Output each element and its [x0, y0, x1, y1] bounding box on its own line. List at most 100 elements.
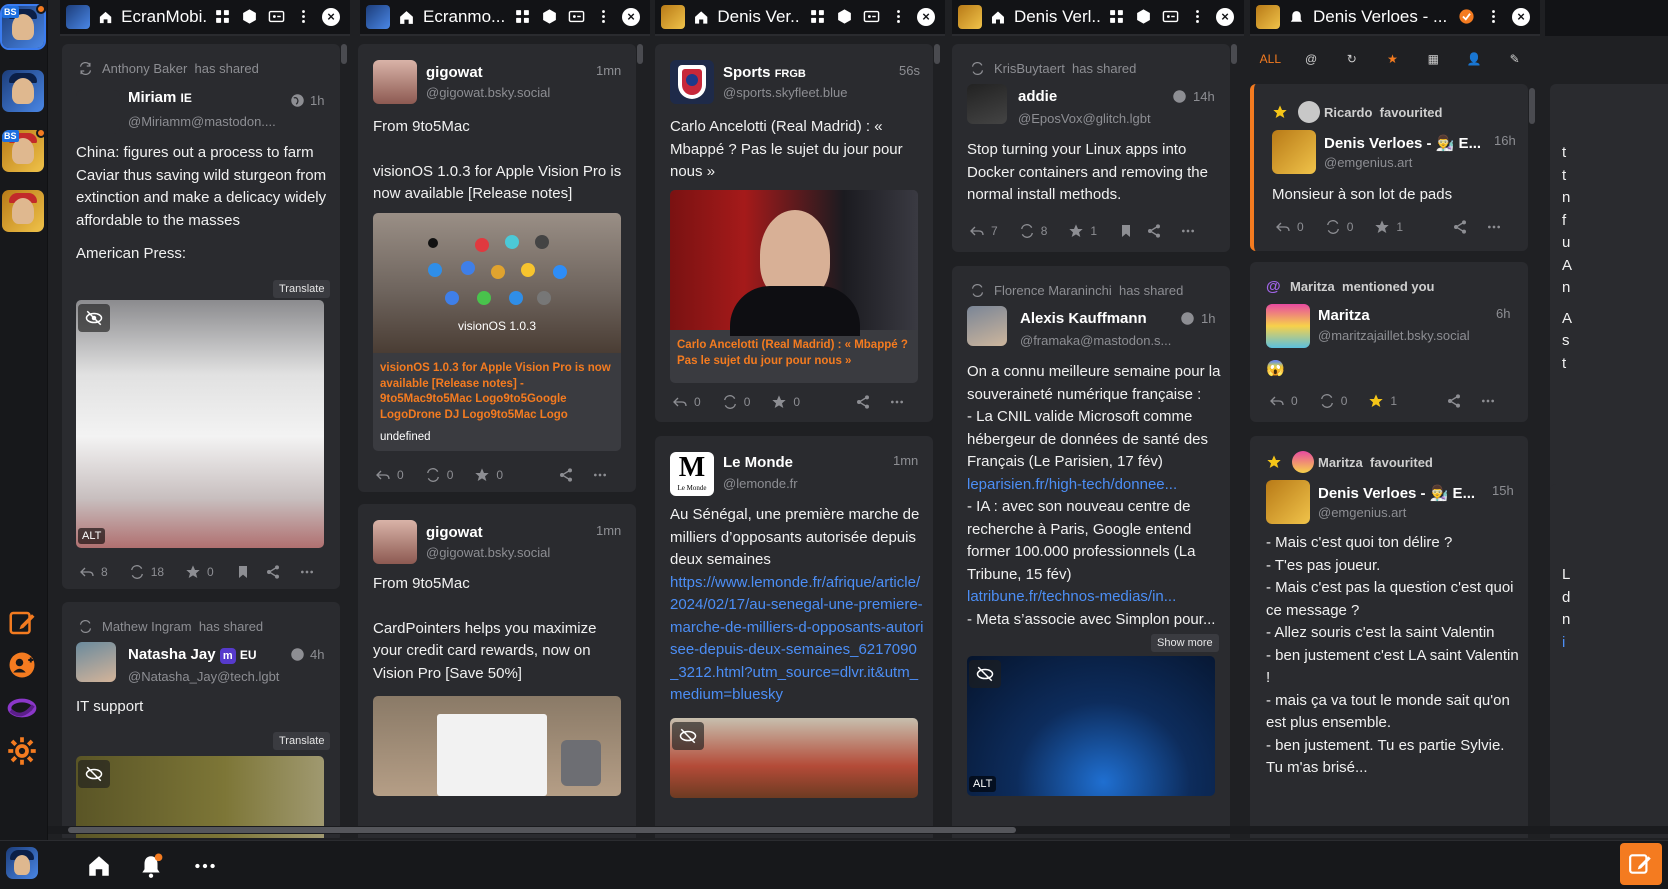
reply-button[interactable]: 0: [1274, 219, 1304, 235]
partial-card[interactable]: t t n f u A n A s t: [1550, 84, 1668, 494]
kebab-menu-icon[interactable]: [1189, 8, 1206, 25]
post-card[interactable]: Anthony Baker has shared Miriam IE 1h @M…: [62, 44, 340, 589]
author-name[interactable]: gigowat: [426, 64, 483, 81]
post-time[interactable]: 6h: [1496, 306, 1510, 321]
boost-button[interactable]: 0: [1318, 393, 1347, 409]
notifier-avatar[interactable]: [1292, 451, 1314, 473]
author-name[interactable]: addie: [1018, 88, 1057, 105]
column-header-3[interactable]: Denis Ver... ×: [655, 0, 945, 36]
close-column-icon[interactable]: ×: [1512, 8, 1530, 26]
avatar[interactable]: [1266, 480, 1310, 524]
cube-icon[interactable]: [1135, 8, 1152, 25]
compose-icon[interactable]: [7, 608, 37, 638]
tab-favourites[interactable]: ★: [1372, 52, 1413, 66]
reply-button[interactable]: 0: [671, 394, 701, 410]
grid-icon[interactable]: [214, 8, 231, 25]
favourite-button[interactable]: 0: [184, 564, 214, 580]
post-time[interactable]: 15h: [1492, 483, 1514, 498]
post-link[interactable]: latribune.fr/technos-medias/in...: [967, 586, 1222, 609]
notifier-name[interactable]: Ricardo: [1324, 105, 1372, 120]
shared-by-name[interactable]: Mathew Ingram: [102, 619, 192, 634]
share-icon[interactable]: [557, 467, 575, 483]
post-card[interactable]: M Le Monde Le Monde 1mn @lemonde.fr Au S…: [655, 436, 933, 838]
avatar[interactable]: [373, 520, 417, 564]
avatar[interactable]: [373, 60, 417, 104]
notification-card[interactable]: Maritza favourited Denis Verloes - 👨‍🔬 E…: [1250, 436, 1528, 838]
boost-button[interactable]: 18: [128, 564, 164, 580]
shared-by-name[interactable]: KrisBuytaert: [994, 61, 1065, 76]
home-icon[interactable]: [86, 853, 112, 879]
translate-button[interactable]: Translate: [273, 280, 331, 298]
avatar[interactable]: [1266, 304, 1310, 348]
alt-text-badge[interactable]: ALT: [78, 528, 106, 544]
column-scrollbar[interactable]: [637, 44, 643, 64]
favourite-button[interactable]: 1: [1067, 223, 1097, 239]
column-scrollbar[interactable]: [1231, 44, 1237, 64]
check-circle-icon[interactable]: [1458, 8, 1475, 25]
hide-media-toggle[interactable]: [672, 722, 704, 750]
reply-button[interactable]: 0: [1268, 393, 1298, 409]
show-more-button[interactable]: Show more: [1151, 634, 1219, 652]
reply-button[interactable]: 7: [968, 223, 998, 239]
author-name[interactable]: Natasha Jay: [128, 646, 216, 663]
translate-button[interactable]: Translate: [273, 732, 331, 750]
shared-by-name[interactable]: Anthony Baker: [102, 61, 187, 76]
share-icon[interactable]: [854, 394, 872, 410]
floating-compose-button[interactable]: [1620, 843, 1662, 885]
boost-button[interactable]: 8: [1018, 223, 1047, 239]
more-options-icon[interactable]: [591, 467, 609, 483]
share-icon[interactable]: [1451, 219, 1469, 235]
grid-icon[interactable]: [1108, 8, 1125, 25]
partial-card[interactable]: L d n i: [1550, 484, 1668, 838]
share-icon[interactable]: [1445, 393, 1463, 409]
avatar[interactable]: M Le Monde: [670, 452, 714, 496]
post-card[interactable]: gigowat 1mn @gigowat.bsky.social From 9t…: [358, 504, 636, 838]
post-time[interactable]: 16h: [1494, 133, 1516, 148]
author-name[interactable]: gigowat: [426, 524, 483, 541]
kebab-menu-icon[interactable]: [890, 8, 907, 25]
grid-icon[interactable]: [809, 8, 826, 25]
hide-media-toggle[interactable]: [78, 304, 110, 332]
filter-settings-icon[interactable]: [268, 8, 285, 25]
avatar[interactable]: [670, 60, 714, 104]
bookmark-icon[interactable]: [234, 564, 252, 580]
author-name[interactable]: Denis Verloes - 👨‍🔬 E...: [1324, 134, 1484, 152]
post-time[interactable]: 1mn: [596, 523, 621, 538]
notifier-avatar[interactable]: [1298, 101, 1320, 123]
post-card[interactable]: Mathew Ingram has shared Natasha Jay m E…: [62, 602, 340, 838]
link-preview-card[interactable]: visionOS 1.0.3 visionOS 1.0.3 for Apple …: [373, 213, 621, 451]
close-column-icon[interactable]: ×: [917, 8, 935, 26]
more-options-icon[interactable]: [1485, 219, 1503, 235]
hide-media-toggle[interactable]: [969, 660, 1001, 688]
tab-mentions[interactable]: @: [1291, 52, 1332, 66]
post-card[interactable]: Florence Maraninchi has shared Alexis Ka…: [952, 266, 1230, 838]
reply-button[interactable]: 8: [78, 564, 108, 580]
post-time[interactable]: 1h: [1201, 311, 1215, 326]
post-card[interactable]: KrisBuytaert has shared addie 14h @EposV…: [952, 44, 1230, 252]
post-card[interactable]: gigowat 1mn @gigowat.bsky.social From 9t…: [358, 44, 636, 492]
column-header-5[interactable]: Denis Verloes - ... ×: [1250, 0, 1540, 36]
post-time[interactable]: 56s: [899, 63, 920, 78]
avatar[interactable]: [1272, 130, 1316, 174]
avatar[interactable]: [967, 84, 1007, 124]
tab-follows[interactable]: 👤: [1454, 52, 1495, 66]
post-time[interactable]: 1mn: [596, 63, 621, 78]
share-icon[interactable]: [1145, 223, 1163, 239]
post-card[interactable]: Sports FRGB 56s @sports.skyfleet.blue Ca…: [655, 44, 933, 422]
post-time[interactable]: 14h: [1193, 89, 1215, 104]
filter-settings-icon[interactable]: [568, 8, 585, 25]
more-options-icon[interactable]: [1179, 223, 1197, 239]
add-account-icon[interactable]: [7, 650, 37, 680]
bookmark-icon[interactable]: [1117, 223, 1135, 239]
settings-gear-icon[interactable]: [7, 736, 37, 766]
favourite-button[interactable]: 1: [1373, 219, 1403, 235]
kebab-menu-icon[interactable]: [1485, 8, 1502, 25]
close-column-icon[interactable]: ×: [1216, 8, 1234, 26]
tab-edits[interactable]: ✎: [1494, 52, 1535, 66]
post-media-image[interactable]: ALT: [76, 300, 324, 548]
alt-text-badge[interactable]: ALT: [969, 776, 997, 792]
cube-icon[interactable]: [241, 8, 258, 25]
boost-button[interactable]: 0: [424, 467, 453, 483]
close-column-icon[interactable]: ×: [622, 8, 640, 26]
post-media-image[interactable]: [373, 696, 621, 796]
